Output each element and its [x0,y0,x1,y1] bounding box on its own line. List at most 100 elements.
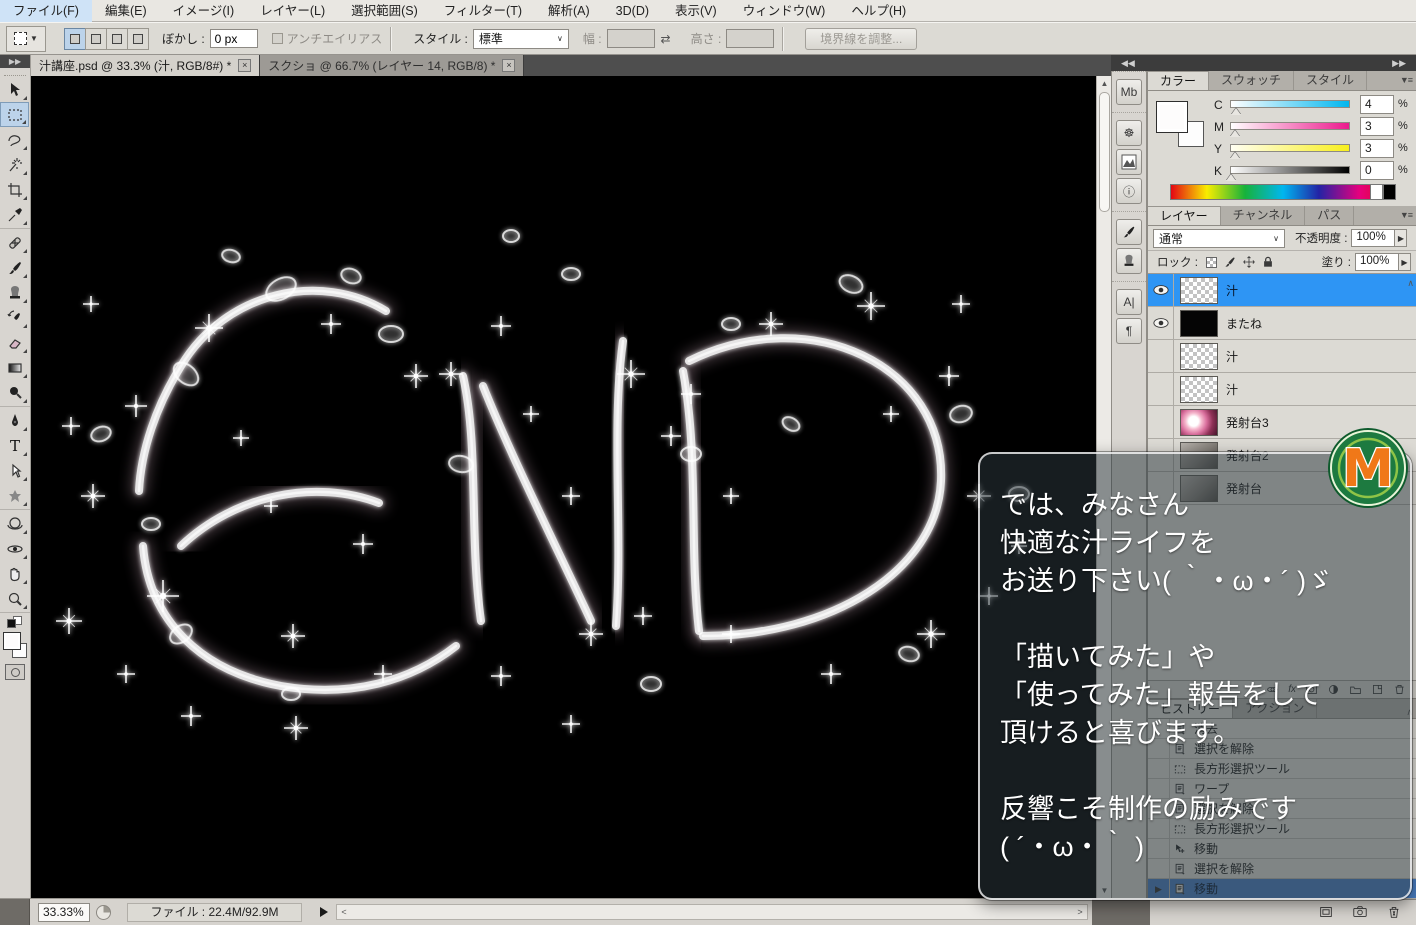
tool-3d-rotate[interactable] [0,511,29,536]
panel-menu-icon[interactable]: ▼≡ [1400,75,1413,85]
slider-track[interactable] [1230,144,1350,152]
close-icon[interactable]: × [238,59,252,72]
fill-spinner-icon[interactable]: ▶ [1399,253,1411,271]
foreground-background-swatch[interactable] [3,632,27,658]
height-input[interactable] [726,29,775,48]
slider-track[interactable] [1230,100,1350,108]
tool-custom-shape[interactable] [0,483,29,508]
layer-thumbnail[interactable] [1180,276,1218,304]
layer-thumbnail[interactable] [1180,408,1218,436]
blend-mode-select[interactable]: 通常 ∨ [1153,228,1285,248]
layer-thumbnail[interactable] [1180,309,1218,337]
menu-item-edit[interactable]: 編集(E) [92,0,160,22]
close-icon[interactable]: × [502,59,516,72]
tool-zoom[interactable] [0,586,29,611]
document-tab-1[interactable]: スクショ @ 66.7% (レイヤー 14, RGB/8) * × [260,55,525,76]
panel-icon-clone-source[interactable] [1116,248,1142,274]
visibility-toggle[interactable] [1148,339,1174,373]
lock-position-button[interactable] [1242,255,1257,270]
tool-hand[interactable] [0,561,29,586]
tab-color-0[interactable]: カラー [1148,71,1210,90]
slider-thumb[interactable] [1229,152,1240,159]
tab-layers-1[interactable]: チャンネル [1220,206,1306,225]
tool-preset-picker[interactable]: ▼ [6,25,46,52]
new-snapshot-icon[interactable] [1352,904,1368,920]
scroll-right-icon[interactable]: > [1073,905,1087,919]
panel-icon-histogram[interactable] [1116,149,1142,175]
subtract-selection-button[interactable] [106,27,128,50]
add-selection-button[interactable] [85,27,107,50]
zoom-level-field[interactable]: 33.33% [38,902,90,922]
tool-crop[interactable] [0,177,29,202]
scroll-up-icon[interactable]: ▲ [1097,76,1112,91]
foreground-background-swatch[interactable] [1156,101,1208,149]
style-select[interactable]: 標準 ∨ [472,28,569,49]
tool-eraser[interactable] [0,330,29,355]
tool-type[interactable]: T [0,433,29,458]
white-swatch[interactable] [1370,184,1383,200]
menu-item-analysis[interactable]: 解析(A) [535,0,603,22]
visibility-toggle[interactable] [1148,306,1174,340]
antialias-checkbox[interactable] [271,33,283,44]
tool-path-select[interactable] [0,458,29,483]
swap-colors-icon[interactable] [7,616,23,630]
tab-color-1[interactable]: スウォッチ [1209,71,1295,90]
menu-item-file[interactable]: ファイル(F) [0,0,92,22]
layer-row[interactable]: 汁 [1148,372,1416,406]
color-spectrum-ramp[interactable] [1170,184,1396,200]
tool-brush[interactable] [0,255,29,280]
collapse-dock-icon[interactable]: ▶▶ [1392,58,1406,69]
tool-gradient[interactable] [0,355,29,380]
black-swatch[interactable] [1383,184,1396,200]
visibility-toggle[interactable] [1148,273,1174,307]
panel-icon-character[interactable]: A| [1116,289,1142,315]
quick-mask-button[interactable] [5,664,25,680]
tool-lasso[interactable] [0,127,29,152]
tool-rect-marquee[interactable] [0,102,29,127]
feather-input[interactable] [209,29,258,48]
panel-icon-mini-bridge[interactable]: Mb [1116,79,1142,105]
tool-move[interactable] [0,77,29,102]
refine-edge-button[interactable]: 境界線を調整... [805,27,918,50]
slider-value-field[interactable]: 0 [1360,161,1394,180]
slider-value-field[interactable]: 4 [1360,95,1394,114]
delete-state-icon[interactable] [1386,904,1402,920]
layer-row[interactable]: 汁 [1148,273,1416,307]
menu-item-view[interactable]: 表示(V) [662,0,730,22]
slider-thumb[interactable] [1230,108,1241,115]
menu-item-layer[interactable]: レイヤー(L) [247,0,338,22]
new-selection-button[interactable] [64,27,86,50]
expand-dock-icon[interactable]: ◀◀ [1121,58,1135,69]
panel-menu-icon[interactable]: ▼≡ [1400,210,1413,220]
tool-pen[interactable] [0,408,29,433]
opacity-value[interactable]: 100% [1351,229,1396,247]
menu-item-window[interactable]: ウィンドウ(W) [730,0,839,22]
document-tab-0[interactable]: 汁講座.psd @ 33.3% (汁, RGB/8#) * × [31,55,261,76]
slider-track[interactable] [1230,166,1350,174]
panel-icon-info[interactable]: ⓘ [1116,178,1142,204]
slider-thumb[interactable] [1226,174,1236,181]
lock-transparency-button[interactable] [1204,255,1219,270]
tool-dodge[interactable] [0,380,29,405]
slider-value-field[interactable]: 3 [1360,117,1394,136]
panel-icon-brush-panel[interactable] [1116,219,1142,245]
layer-thumbnail[interactable] [1180,342,1218,370]
scroll-up-icon[interactable]: ∧ [1407,278,1414,289]
lock-all-button[interactable] [1261,255,1276,270]
layer-row[interactable]: 汁 [1148,339,1416,373]
tools-collapse-button[interactable]: ▶▶ [0,55,30,68]
swap-dimensions-icon[interactable]: ⇄ [661,32,671,46]
width-input[interactable] [606,29,655,48]
layer-thumbnail[interactable] [1180,375,1218,403]
visibility-toggle[interactable] [1148,372,1174,406]
menu-item-help[interactable]: ヘルプ(H) [838,0,919,22]
canvas-horizontal-scrollbar[interactable]: < > [336,904,1088,920]
lock-pixels-button[interactable] [1223,255,1238,270]
tab-color-2[interactable]: スタイル [1294,71,1368,90]
tools-grip[interactable] [4,68,26,76]
intersect-selection-button[interactable] [127,27,149,50]
status-options-icon[interactable] [320,907,328,917]
tab-layers-0[interactable]: レイヤー [1148,206,1221,225]
menu-item-image[interactable]: イメージ(I) [160,0,248,22]
tool-eyedropper[interactable] [0,202,29,227]
